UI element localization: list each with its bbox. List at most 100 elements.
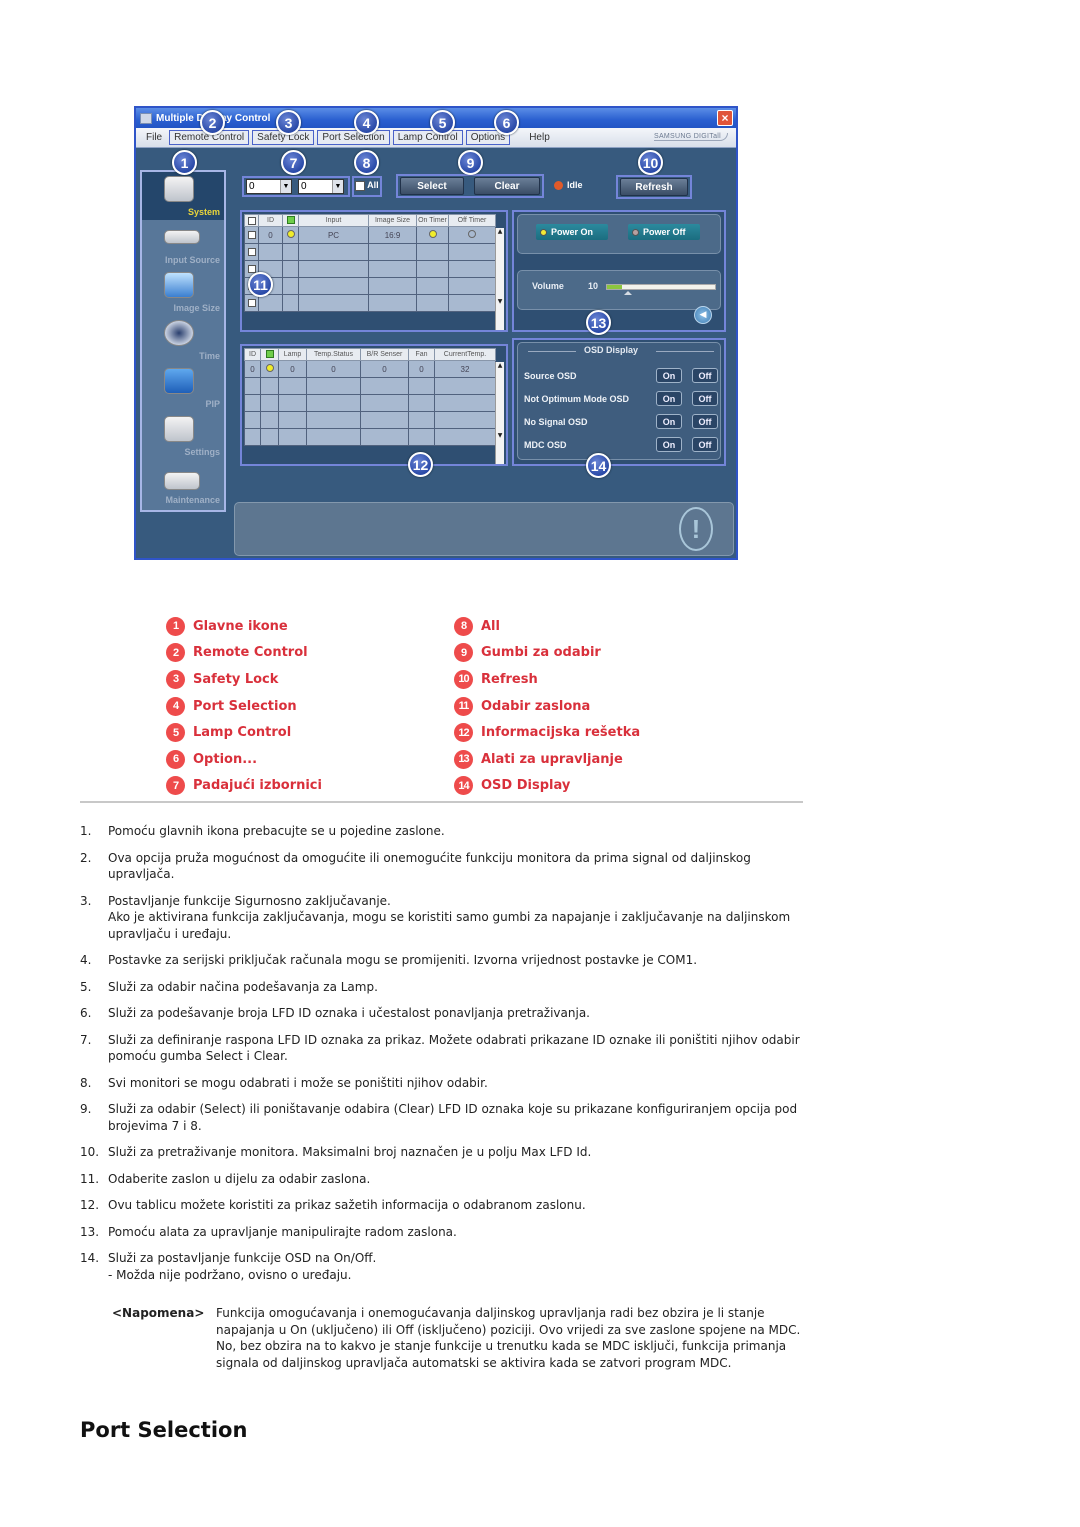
source-osd-on-button[interactable]: On — [656, 368, 682, 383]
select-button[interactable]: Select — [400, 177, 464, 195]
range-to-dropdown[interactable]: 0 ▼ — [298, 179, 344, 194]
mdc-app-screenshot: Multiple Display Control × File Remote C… — [134, 106, 738, 560]
refresh-button[interactable]: Refresh — [620, 178, 688, 196]
list-item: 3. Postavljanje funkcije Sigurnosno zaklj… — [80, 893, 810, 943]
osd-row-not-optimum: Not Optimum Mode OSD On Off — [524, 391, 724, 409]
legend-item: 8 All — [454, 613, 640, 640]
list-item-line: Služi za odabir načina podešavanja za La… — [108, 979, 378, 994]
list-item-line: Služi za definiranje raspona LFD ID ozna… — [108, 1032, 800, 1064]
callout-11: 11 — [248, 272, 273, 297]
menu-lamp-control[interactable]: Lamp Control — [392, 130, 463, 145]
on-timer-indicator — [428, 230, 437, 238]
all-checkbox[interactable]: All — [355, 180, 379, 191]
table-row[interactable] — [244, 243, 496, 261]
mdc-osd-off-button[interactable]: Off — [692, 437, 718, 452]
col-off-timer: Off Timer — [448, 214, 496, 227]
table-row[interactable] — [244, 260, 496, 278]
close-icon[interactable]: × — [717, 110, 733, 126]
sidebar-item-pip[interactable]: PIP — [142, 364, 224, 412]
table-row[interactable]: 0 PC 16:9 — [244, 226, 496, 244]
list-item-line: Odaberite zaslon u dijelu za odabir zasl… — [108, 1171, 371, 1186]
list-item-number: 14. — [80, 1251, 100, 1265]
volume-slider[interactable] — [606, 284, 716, 295]
col-id: ID — [244, 348, 261, 361]
list-item-text: Pomoću alata za upravljanje manipulirajt… — [108, 1224, 810, 1241]
select-all-header[interactable] — [244, 214, 259, 227]
callout-7: 7 — [281, 150, 306, 175]
list-item-line: Pomoću glavnih ikona prebacujte se u poj… — [108, 824, 445, 838]
not-optimum-osd-off-button[interactable]: Off — [692, 391, 718, 406]
sidebar-item-time[interactable]: Time — [142, 316, 224, 364]
number-badge-icon: 5 — [166, 723, 185, 743]
sidebar-item-system[interactable]: System — [142, 172, 224, 220]
sidebar-item-image-size[interactable]: Image Size — [142, 268, 224, 316]
no-signal-osd-on-button[interactable]: On — [656, 414, 682, 429]
number-badge-icon: 10 — [454, 669, 473, 689]
no-signal-osd-off-button[interactable]: Off — [692, 414, 718, 429]
list-item: 4. Postavke za serijski priključak računa… — [80, 952, 810, 969]
image-size-icon — [164, 272, 194, 298]
sidebar-item-settings[interactable]: Settings — [142, 412, 224, 460]
list-item-number: 7. — [80, 1032, 92, 1047]
list-item-text: Služi za odabir (Select) ili poništavanj… — [108, 1101, 810, 1134]
volume-slider-thumb[interactable] — [624, 291, 633, 295]
list-item-number: 6. — [80, 1006, 92, 1020]
list-item-text: Služi za definiranje raspona LFD ID ozna… — [108, 1032, 810, 1065]
list-item-line: Postavke za serijski priključak računala… — [108, 953, 698, 967]
sidebar-item-maintenance[interactable]: Maintenance — [142, 460, 224, 508]
number-badge-icon: 12 — [454, 723, 473, 743]
section-divider — [80, 801, 803, 803]
bottom-grid-scrollbar[interactable]: ▲ ▼ — [495, 362, 504, 464]
menu-port-selection[interactable]: Port Selection — [317, 130, 390, 145]
number-badge-icon: 9 — [454, 643, 473, 663]
list-item: 8. Svi monitori se mogu odabrati i može s… — [80, 1075, 810, 1092]
osd-display-panel: OSD Display Source OSD On Off Not Optimu… — [512, 338, 726, 466]
time-icon — [164, 320, 194, 346]
row-checkbox[interactable] — [247, 231, 256, 240]
checkbox-icon — [355, 180, 365, 191]
mdc-osd-on-button[interactable]: On — [656, 437, 682, 452]
list-item-number: 9. — [80, 1102, 92, 1116]
list-item-text: Postavke za serijski priključak računala… — [108, 952, 810, 969]
table-row[interactable]: 0 0 0 0 0 32 — [244, 360, 496, 378]
row-checkbox[interactable] — [247, 248, 256, 257]
row-checkbox[interactable] — [247, 299, 256, 308]
power-status-icon — [286, 215, 295, 224]
exclamation-icon: ! — [679, 507, 713, 551]
sidebar-item-input-source[interactable]: Input Source — [142, 220, 224, 268]
not-optimum-osd-on-button[interactable]: On — [656, 391, 682, 406]
legend-item: 1 Glavne ikone — [166, 613, 322, 640]
table-row[interactable] — [244, 428, 496, 446]
app-icon — [140, 112, 152, 124]
list-item: 13. Pomoću alata za upravljanje manipulir… — [80, 1224, 810, 1241]
mute-speaker-icon[interactable]: ◀ — [694, 306, 712, 324]
list-item-line: Svi monitori se mogu odabrati i može se … — [108, 1075, 488, 1090]
range-from-dropdown[interactable]: 0 ▼ — [246, 179, 292, 194]
power-on-button[interactable]: Power On — [536, 224, 608, 240]
power-off-button[interactable]: Power Off — [628, 224, 700, 240]
top-grid-scrollbar[interactable]: ▲ ▼ — [495, 228, 504, 330]
list-item-number: 1. — [80, 824, 92, 838]
list-item: 12. Ovu tablicu možete koristiti za prika… — [80, 1197, 810, 1214]
clear-button[interactable]: Clear — [474, 177, 540, 195]
table-row[interactable] — [244, 277, 496, 295]
divider — [528, 351, 576, 352]
table-row[interactable] — [244, 377, 496, 395]
source-osd-off-button[interactable]: Off — [692, 368, 718, 383]
menu-help[interactable]: Help — [525, 131, 554, 144]
chevron-down-icon: ▼ — [280, 180, 291, 193]
legend-item: 6 Option... — [166, 746, 322, 773]
system-icon — [164, 176, 194, 202]
list-item-line: Služi za postavljanje funkcije OSD na On… — [108, 1251, 377, 1265]
list-item-text: Služi za podešavanje broja LFD ID oznaka… — [108, 1005, 810, 1022]
list-item: 11. Odaberite zaslon u dijelu za odabir z… — [80, 1171, 810, 1188]
number-badge-icon: 4 — [166, 696, 185, 716]
table-row[interactable] — [244, 394, 496, 412]
table-row[interactable] — [244, 411, 496, 429]
legend-item: 12 Informacijska rešetka — [454, 719, 640, 746]
col-on-timer: On Timer — [416, 214, 449, 227]
table-row[interactable] — [244, 294, 496, 312]
list-item-text: Pomoću glavnih ikona prebacujte se u poj… — [108, 823, 810, 840]
callout-14: 14 — [586, 453, 611, 478]
menu-file[interactable]: File — [142, 131, 166, 144]
